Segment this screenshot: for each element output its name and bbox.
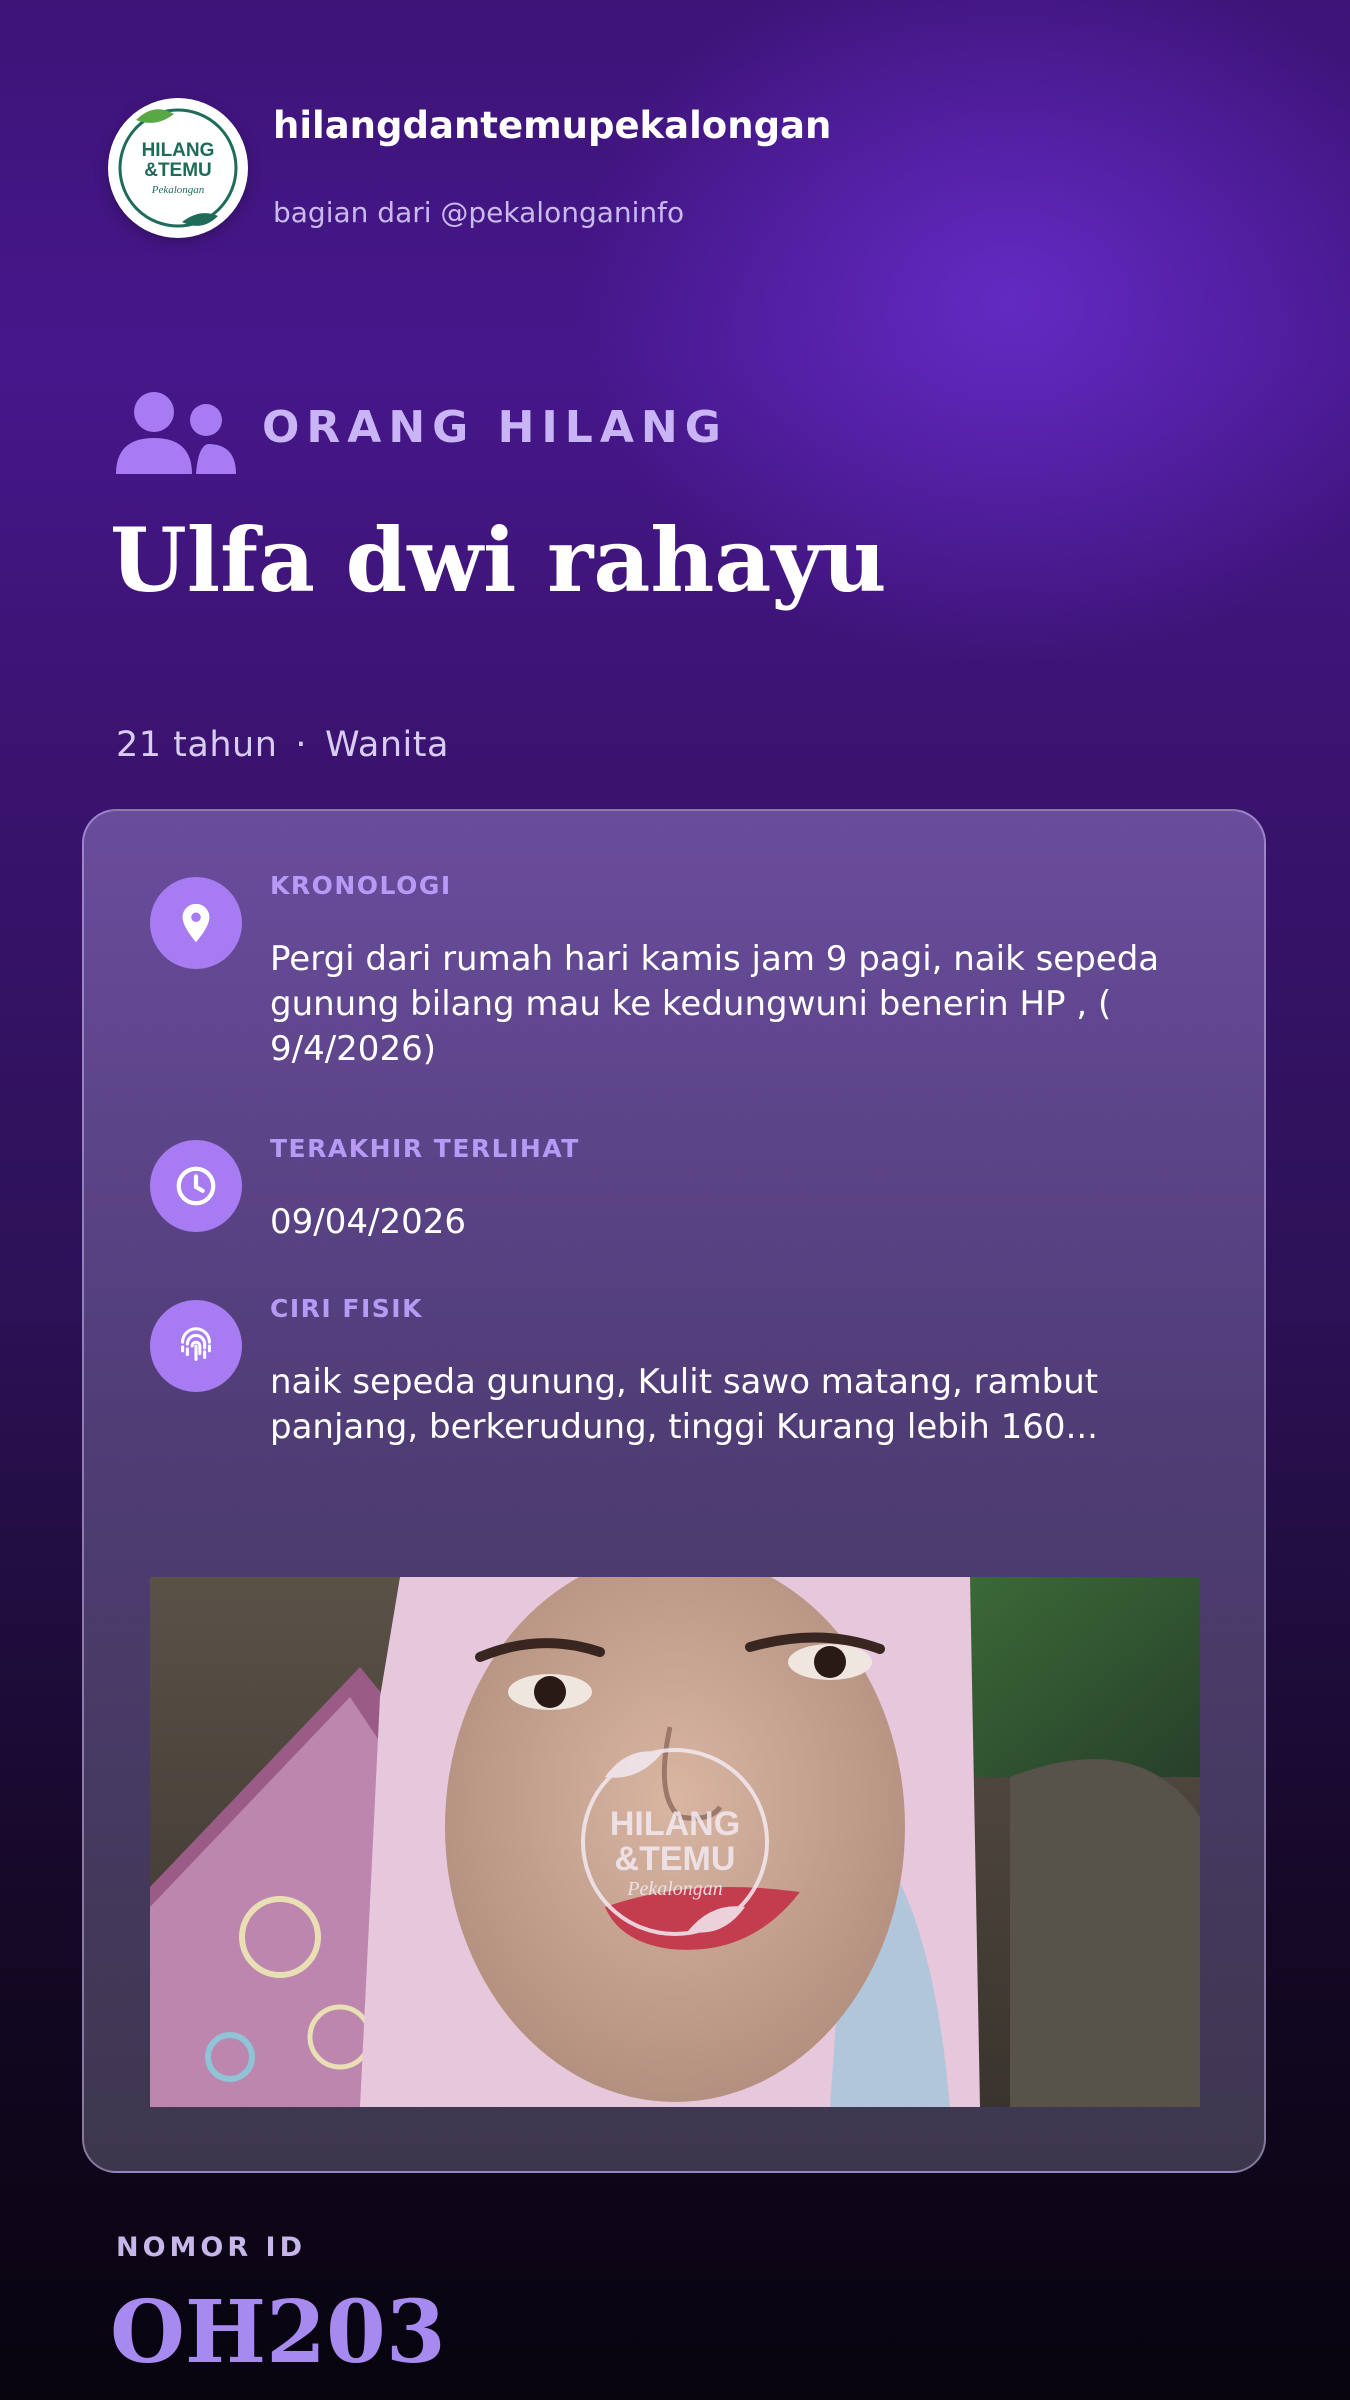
people-icon [116, 392, 236, 474]
account-name[interactable]: hilangdantemupekalongan [273, 104, 831, 147]
physical-traits-title: CIRI FISIK [270, 1294, 423, 1323]
location-pin-icon [150, 877, 242, 969]
person-meta: 21 tahun · Wanita [116, 725, 449, 765]
person-photo: HILANG &TEMU Pekalongan [150, 1577, 1200, 2107]
chronology-title: KRONOLOGI [270, 871, 452, 900]
last-seen-title: TERAKHIR TERLIHAT [270, 1134, 580, 1163]
category-label: ORANG HILANG [262, 402, 728, 453]
account-subtitle[interactable]: bagian dari @pekalonganinfo [273, 196, 684, 229]
id-value: OH203 [110, 2282, 446, 2383]
svg-text:HILANG: HILANG [142, 140, 215, 161]
fingerprint-icon [150, 1300, 242, 1392]
chronology-text: Pergi dari rumah hari kamis jam 9 pagi, … [270, 939, 1160, 1069]
svg-text:&TEMU: &TEMU [615, 1840, 736, 1878]
svg-text:Pekalongan: Pekalongan [626, 1878, 723, 1900]
id-label: NOMOR ID [116, 2232, 307, 2263]
account-logo: HILANG &TEMU Pekalongan [108, 98, 248, 238]
svg-text:HILANG: HILANG [610, 1805, 740, 1843]
clock-icon [150, 1140, 242, 1232]
person-age: 21 tahun [116, 725, 278, 765]
person-name: Ulfa dwi rahayu [110, 508, 887, 612]
svg-text:&TEMU: &TEMU [144, 160, 212, 181]
person-gender: Wanita [325, 725, 449, 765]
svg-text:Pekalongan: Pekalongan [151, 184, 205, 196]
physical-traits-text: naik sepeda gunung, Kulit sawo matang, r… [270, 1362, 1099, 1447]
meta-separator: · [295, 725, 308, 765]
last-seen-date: 09/04/2026 [270, 1202, 466, 1242]
